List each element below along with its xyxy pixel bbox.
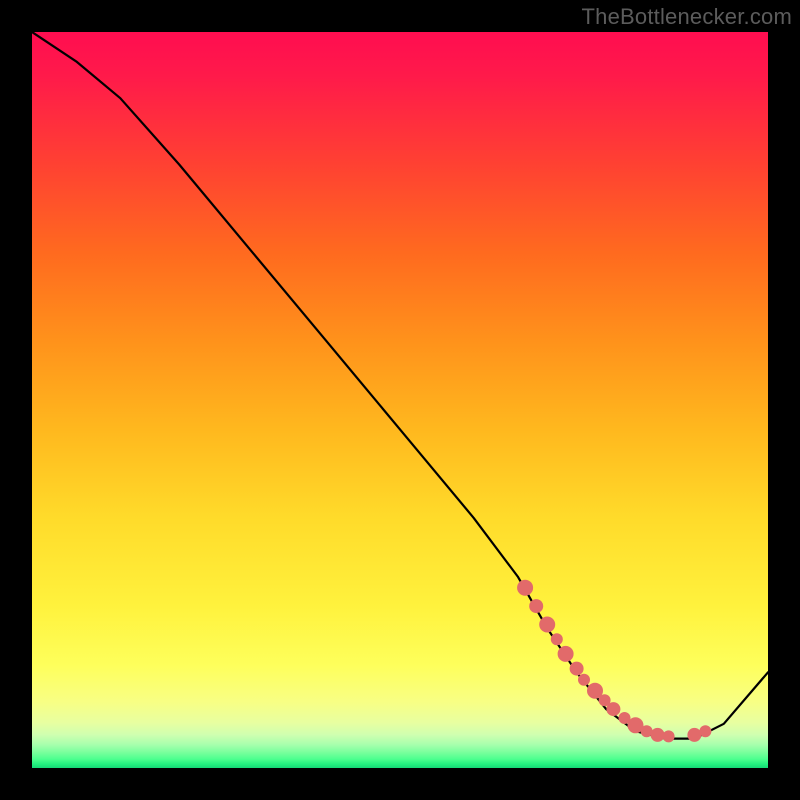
sweet-spot-dot [551,633,563,645]
chart-frame: TheBottlenecker.com [0,0,800,800]
sweet-spot-dot [651,728,665,742]
sweet-spot-dot [558,646,574,662]
sweet-spot-dot [539,617,555,633]
plot-area [32,32,768,768]
sweet-spot-dot [687,728,701,742]
sweet-spot-dot [699,725,711,737]
sweet-spot-dot [663,730,675,742]
watermark-text: TheBottlenecker.com [582,4,792,30]
sweet-spot-dot [578,674,590,686]
sweet-spot-dot [570,662,584,676]
chart-svg [32,32,768,768]
sweet-spot-dot [606,702,620,716]
gradient-background [32,32,768,768]
sweet-spot-dot [529,599,543,613]
sweet-spot-dot [517,580,533,596]
